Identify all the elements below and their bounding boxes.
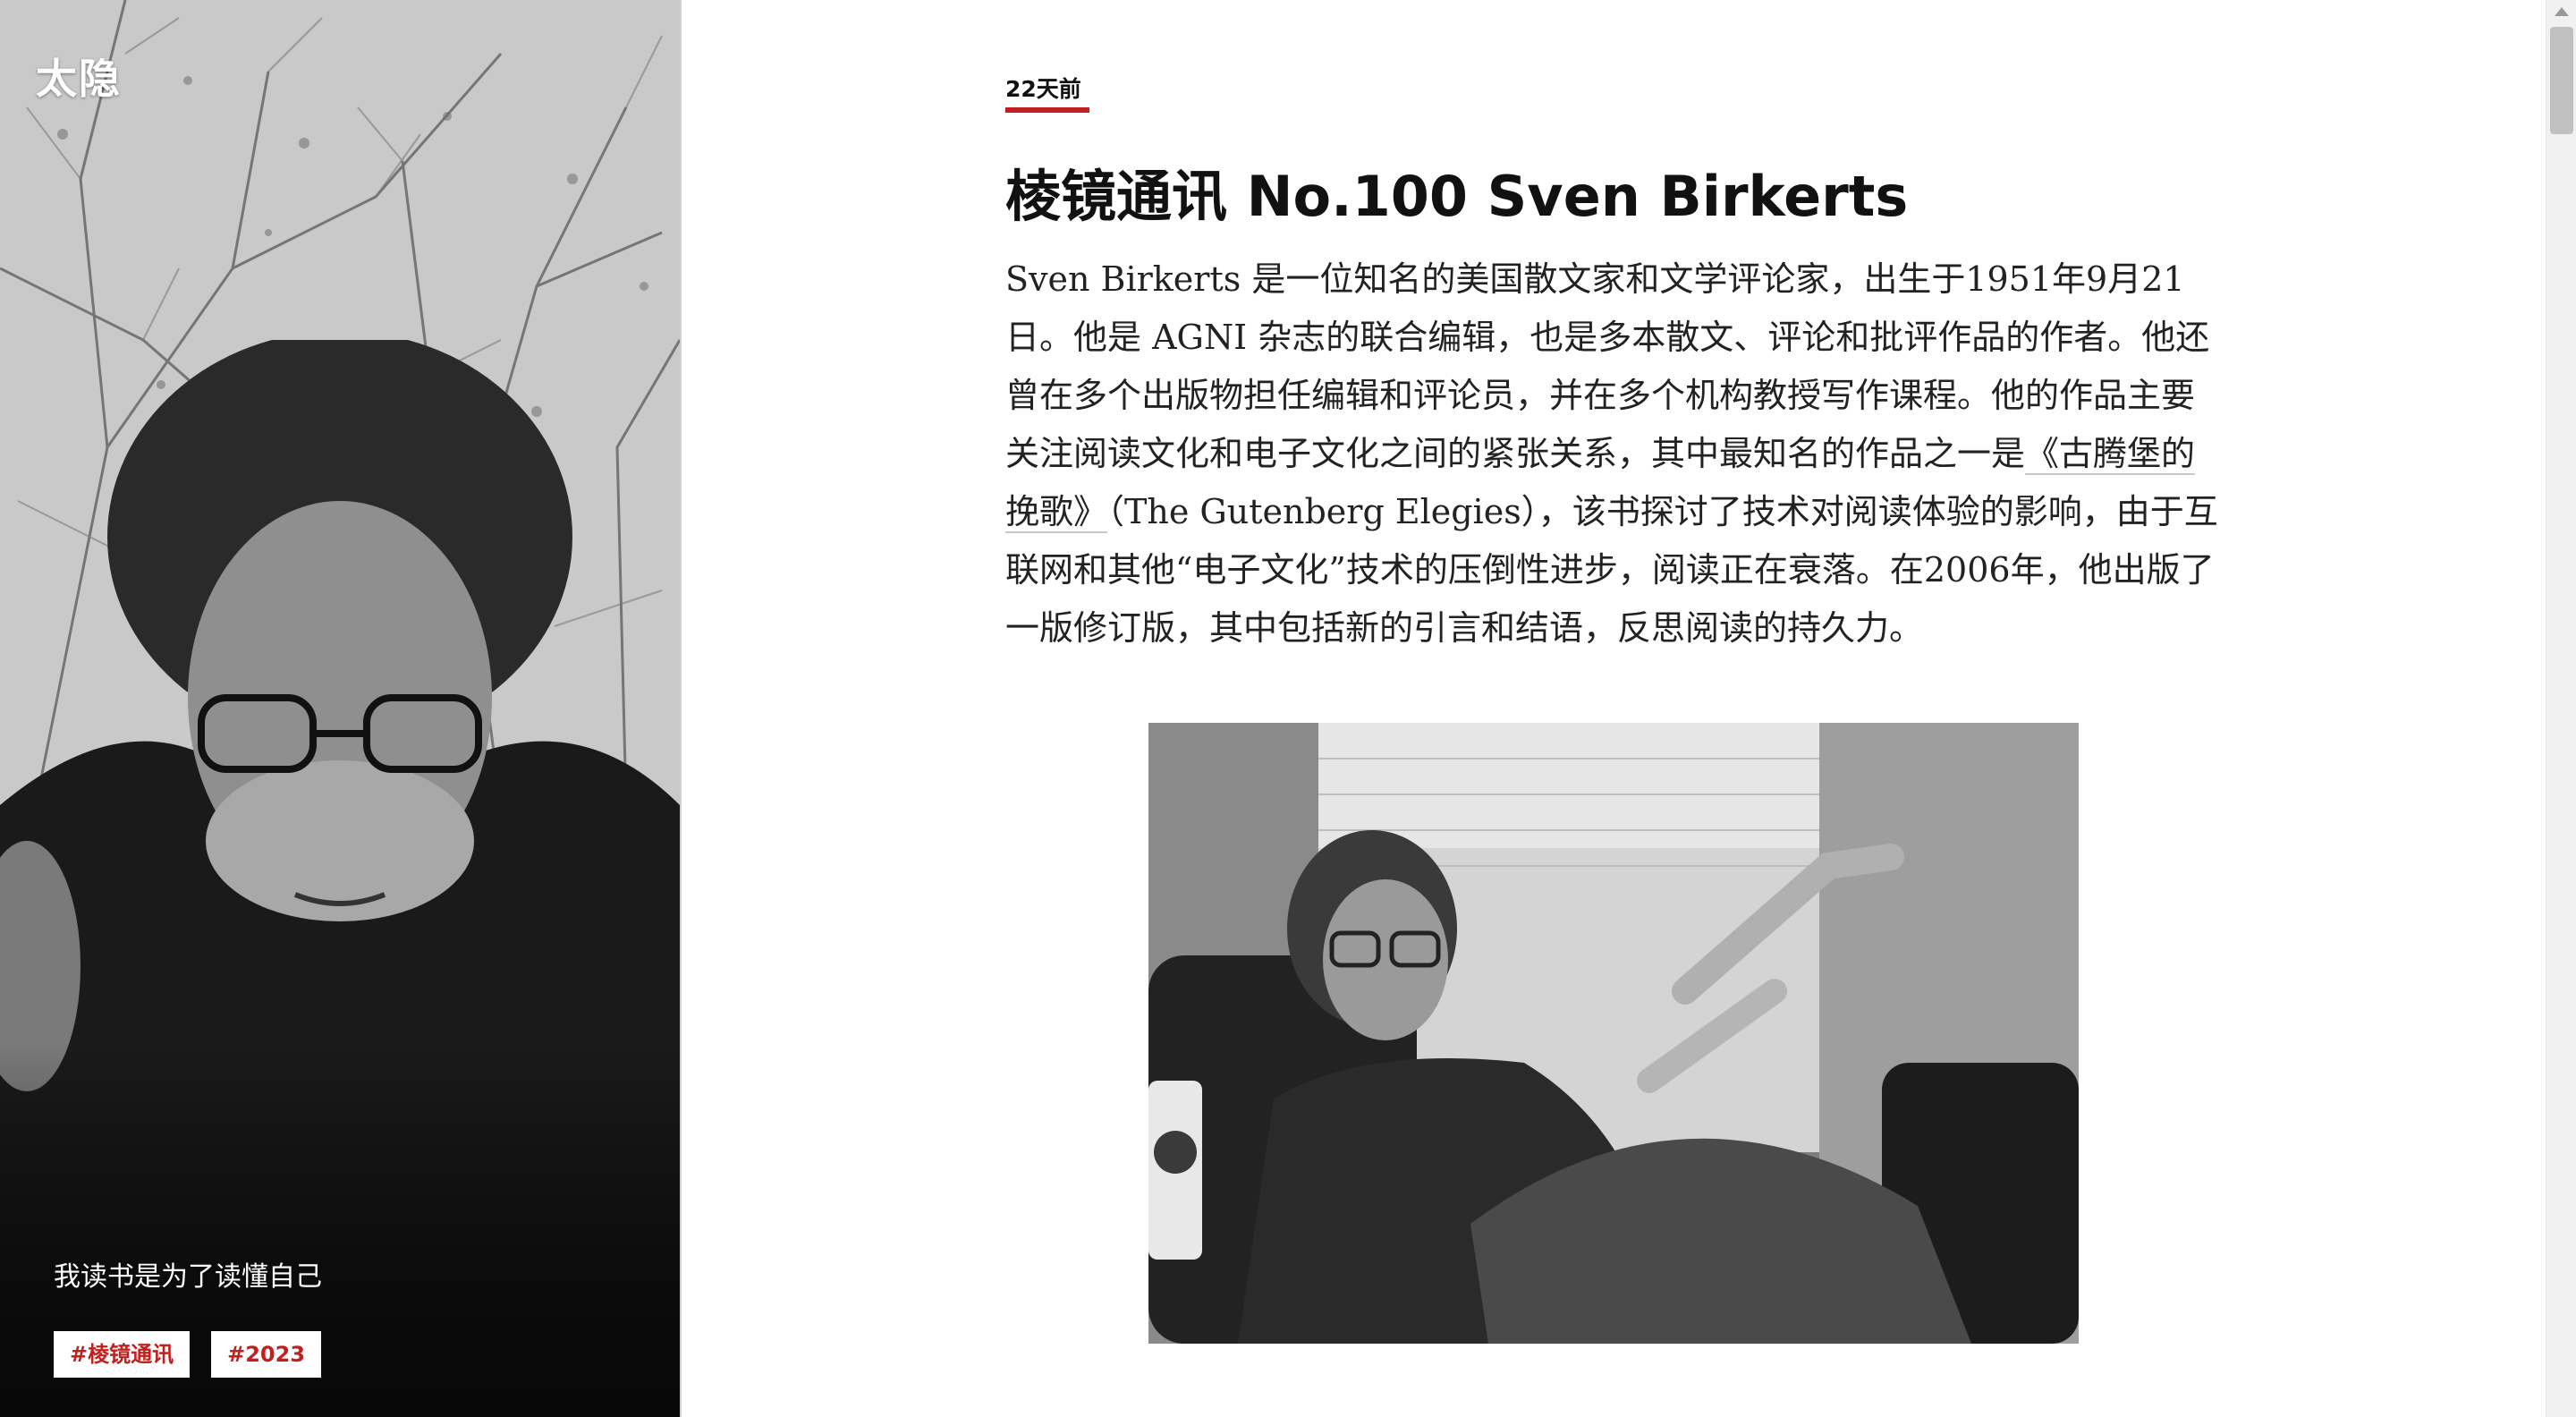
author-seated-photo (1148, 723, 2079, 1344)
scrollbar-thumb[interactable] (2550, 27, 2573, 134)
next-paragraph-partial (1005, 1396, 2222, 1417)
site-tagline: 我读书是为了读懂自己 (54, 1261, 322, 1293)
tag-prism-newsletter[interactable]: #棱镜通讯 (54, 1331, 191, 1378)
post-date: 22天前 (1005, 76, 1081, 102)
site-title[interactable]: 太隐 (36, 47, 122, 106)
article-paragraph: Sven Birkerts 是一位知名的美国散文家和文学评论家，出生于1951年… (1005, 250, 2222, 658)
scroll-up-arrow-icon[interactable] (2555, 7, 2569, 16)
article-title: 棱镜通讯 No.100 Sven Birkerts (1005, 164, 1909, 229)
hero-panel: 太隐 我读书是为了读懂自己 #棱镜通讯 #2023 (0, 0, 680, 1417)
tag-list: #棱镜通讯 #2023 (54, 1331, 322, 1378)
panel-divider (680, 0, 682, 1417)
paragraph-text-part2: （The Gutenberg Elegies），该书探讨了技术对阅读体验的影响，… (1005, 492, 2218, 648)
tag-2023[interactable]: #2023 (211, 1331, 322, 1378)
page-scrollbar[interactable] (2546, 0, 2576, 1417)
author-photo-figure (1148, 723, 2079, 1344)
date-accent-underline (1005, 107, 1089, 113)
